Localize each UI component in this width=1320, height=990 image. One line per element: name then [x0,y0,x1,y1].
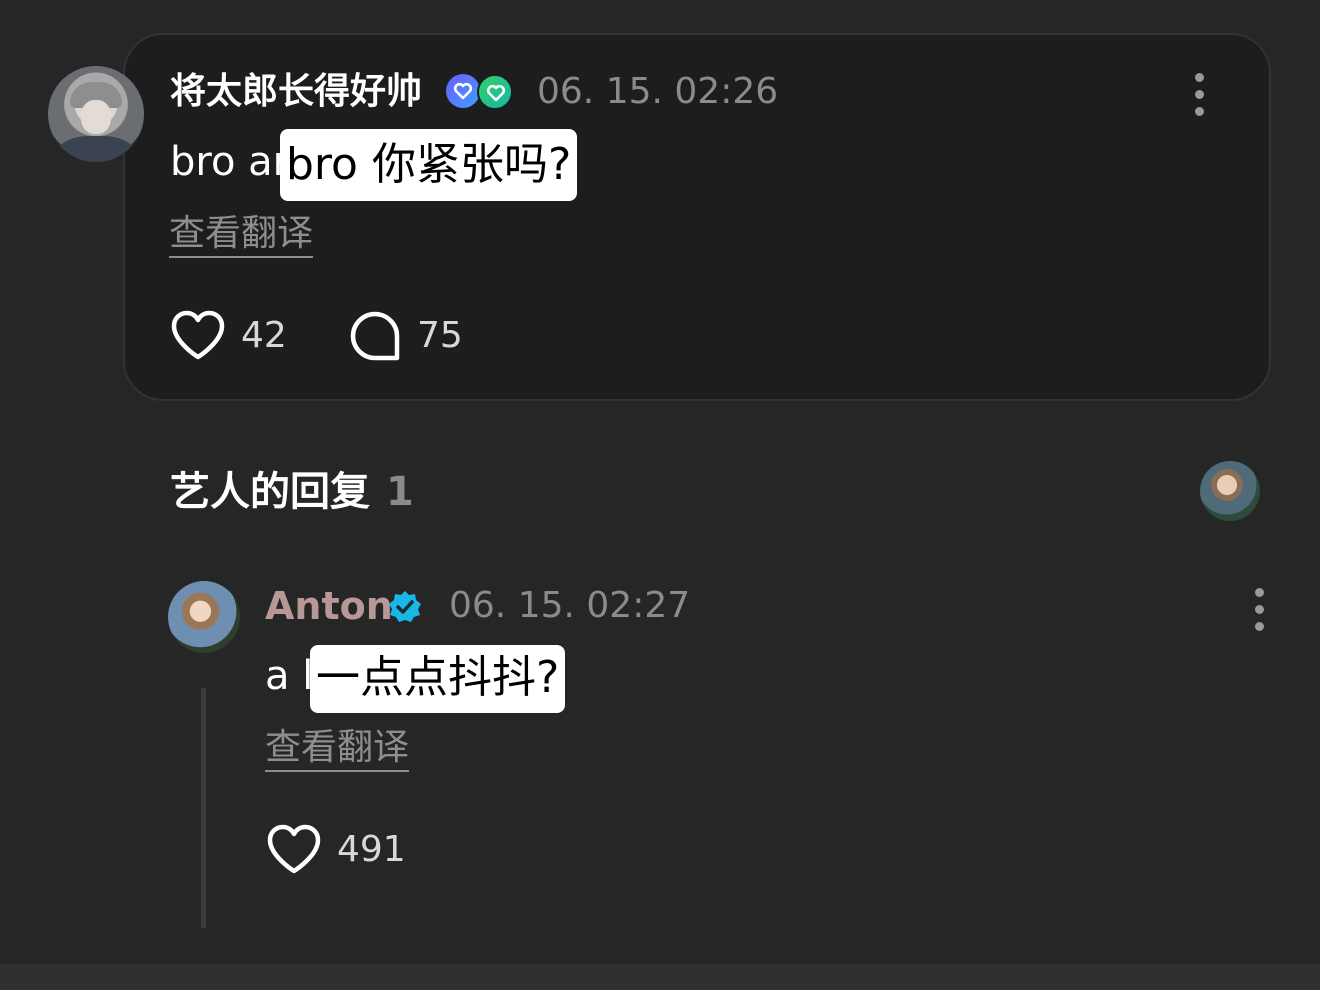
artist-avatar[interactable] [168,581,240,653]
artist-replies-count: 1 [386,469,414,515]
weverse-comment-screen: 将太郎长得好帅 06. 15. 02:26 bro ar bro 你紧张吗? 查… [0,0,1320,990]
artist-username[interactable]: Anton [265,582,393,630]
artist-avatar-small[interactable] [1200,461,1260,521]
see-translation-link[interactable]: 查看翻译 [169,212,314,258]
heart-badge-green-icon [477,74,513,110]
reply-like-count: 491 [337,829,406,870]
more-vertical-icon[interactable] [1255,588,1265,639]
comment-translation-overlay: bro 你紧张吗? [280,129,578,201]
reply-thread-line [201,688,206,928]
commenter-username[interactable]: 将太郎长得好帅 [170,68,422,116]
reply-timestamp: 06. 15. 02:27 [449,585,691,626]
avatar-shirt [58,136,134,162]
heart-badge-blue-icon [446,74,480,108]
comment-timestamp: 06. 15. 02:26 [537,71,779,112]
artist-replies-header: 艺人的回复 1 [170,466,414,518]
bottom-bar [0,964,1320,990]
verified-check-icon [389,591,421,622]
comment-bubble-icon[interactable] [350,311,400,361]
reply-text: a l [265,653,314,699]
like-count: 42 [241,315,287,356]
more-vertical-icon[interactable] [1195,73,1205,124]
see-translation-link[interactable]: 查看翻译 [265,726,410,772]
heart-icon[interactable] [170,310,226,362]
comment-text: bro ar [170,139,290,185]
reply-translation-overlay: 一点点抖抖? [310,645,566,713]
artist-replies-title: 艺人的回复 [170,469,370,515]
comment-count: 75 [417,315,463,356]
heart-icon[interactable] [266,824,322,876]
commenter-avatar[interactable] [48,66,144,162]
avatar-face [81,100,111,134]
